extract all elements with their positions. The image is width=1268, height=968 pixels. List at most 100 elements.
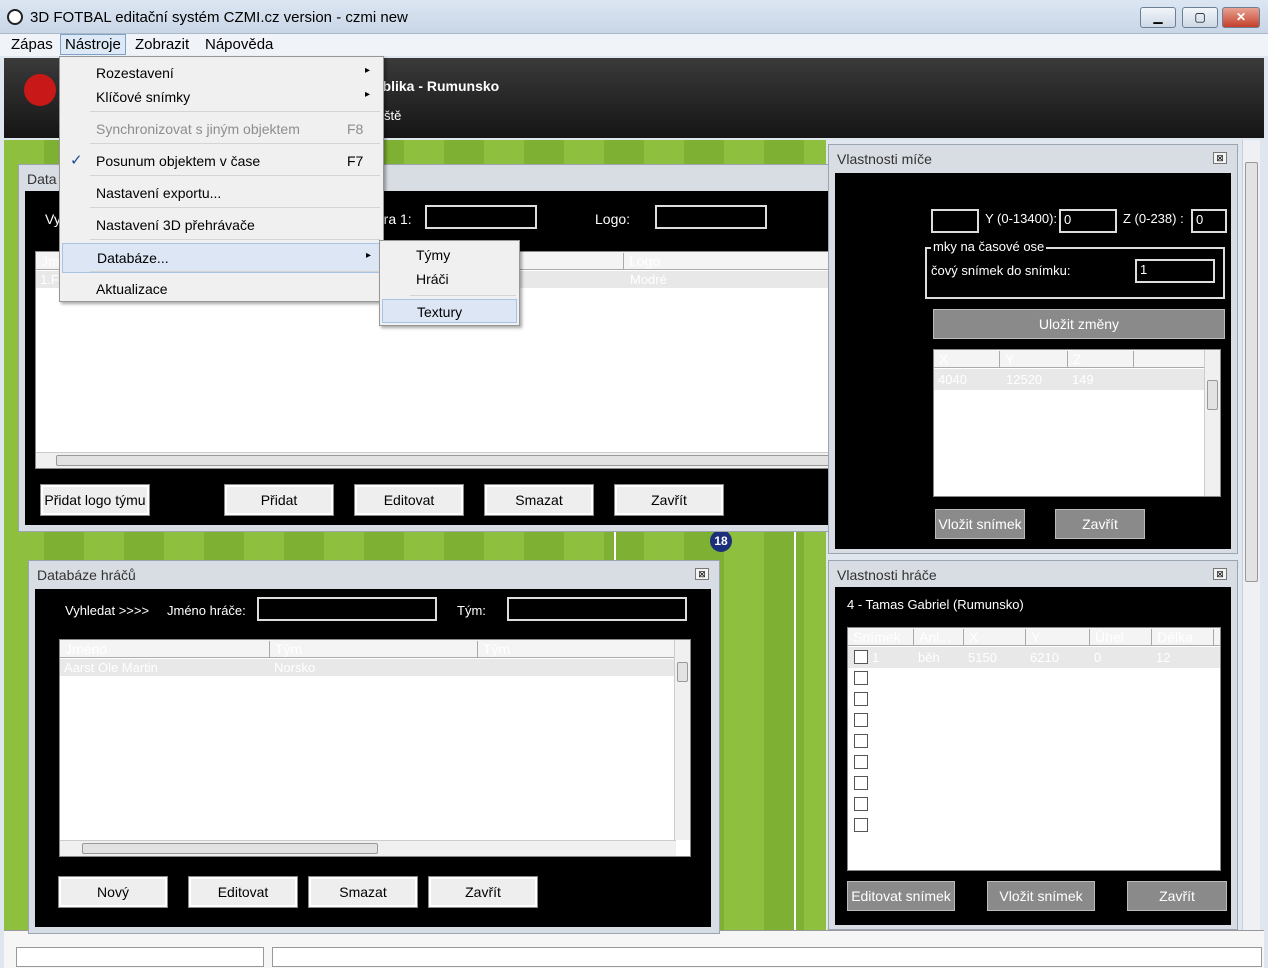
col-team[interactable]: Tým [270,641,478,658]
frame-input[interactable]: 1 [1135,259,1215,283]
table-row[interactable]: 4088 12480 112 [934,432,1220,453]
frame-checkbox[interactable] [854,692,868,706]
col-team2[interactable]: Tým [478,641,676,658]
col-length[interactable]: Délka [1152,629,1214,646]
main-scrollbar[interactable] [1242,140,1260,930]
frame-checkbox[interactable] [854,734,868,748]
col-x[interactable]: X [934,351,1000,368]
frame-checkbox[interactable] [854,755,868,769]
close-button[interactable]: ✕ [1222,7,1260,28]
table-row[interactable]: 4108 12472 83 [934,474,1220,495]
y-input[interactable]: 0 [1059,209,1117,233]
table-row[interactable]: 61 běh 6050 6470 0 12 [848,731,1220,752]
col-name[interactable]: Jméno [60,641,270,658]
add-button[interactable]: Přidat [224,484,334,516]
close-icon[interactable]: ⊠ [695,568,709,580]
player-frames-list[interactable]: Snímek Ani... X Y Úhel Délka 1 běh 5150 621… [847,627,1221,871]
table-row[interactable]: Babel Ryan Ajax Amsterdam [60,795,690,812]
close-window-button[interactable]: Zavřít [1055,509,1145,539]
menu-item-keyframes[interactable]: Klíčové snímky ▸ [62,83,381,113]
menu-zobrazit[interactable]: Zobrazit [132,36,192,53]
close-window-button[interactable]: Zavřít [1127,881,1227,911]
submenu-textures[interactable]: Textury [382,299,517,323]
ball-frames-list[interactable]: X Y Z 4040 12520 149 4054 12501 143 4071 12489 1… [933,349,1221,497]
frame-checkbox[interactable] [854,776,868,790]
frame-checkbox[interactable] [854,797,868,811]
menu-nastroje[interactable]: Nástroje [60,34,126,55]
menu-item-export-settings[interactable]: Nastavení exportu... [62,179,381,209]
menu-napoveda[interactable]: Nápověda [202,36,276,53]
menu-item-3d-player-settings[interactable]: Nastavení 3D přehrávače [62,211,381,241]
insert-frame-button[interactable]: Vložit snímek [987,881,1095,911]
player-list[interactable]: Jméno Tým Tým Aarst Ole Martin Norsko Adau… [59,639,691,857]
add-team-logo-button[interactable]: Přidat logo týmu [40,484,150,516]
table-row[interactable]: 1 běh 5150 6210 0 12 [848,647,1220,668]
table-row[interactable]: 37 běh 5660 6410 0 12 [848,689,1220,710]
frame-checkbox[interactable] [854,818,868,832]
insert-frame-button[interactable]: Vložit snímek [935,509,1025,539]
menu-zapas[interactable]: Zápas [8,36,56,53]
table-row[interactable]: FC Slovácko Bílá normal Bílé [36,407,910,424]
table-row[interactable]: Aleksanjan Valerik Arménie [60,727,690,744]
close-window-button[interactable]: Zavřít [614,484,724,516]
new-button[interactable]: Nový [58,876,168,908]
col-anim[interactable]: Ani... [914,629,964,646]
col-x[interactable]: X [964,629,1026,646]
table-row[interactable]: 135 běh 5740 7060 0 12 [848,794,1220,815]
table-row[interactable]: 13 běh 5300 6210 0 12 [848,668,1220,689]
texture-input[interactable] [425,205,537,229]
close-window-button[interactable]: Zavřít [428,876,538,908]
frame-checkbox[interactable] [854,671,868,685]
col-frame[interactable]: Snímek [848,629,914,646]
edit-button[interactable]: Editovat [354,484,464,516]
table-row[interactable]: 4054 12501 143 [934,390,1220,411]
table-row[interactable]: Adauto SK Slavia Praha [60,676,690,693]
table-row[interactable]: Aleksanjan Karen Arménie [60,710,690,727]
maximize-button[interactable]: ▢ [1182,7,1218,28]
minimize-button[interactable]: ▁ [1140,7,1176,28]
table-row[interactable]: 4095 12473 98 [934,453,1220,474]
col-z[interactable]: Z [1068,351,1134,368]
logo-input[interactable] [655,205,767,229]
menu-item-update[interactable]: Aktualizace [62,275,381,305]
delete-button[interactable]: Smazat [484,484,594,516]
menu-item-database[interactable]: Databáze... ▸ [62,243,381,273]
col-angle[interactable]: Úhel [1090,629,1152,646]
col-y[interactable]: Y [1000,351,1068,368]
table-row[interactable]: Aarst Ole Martin Norsko [60,659,690,676]
player-name-input[interactable] [257,597,437,621]
table-row[interactable]: FC Slovan Liberec Modrá normal Modré [36,424,910,441]
table-row[interactable]: Česká republika Český tým RED - černé, bo… [36,390,910,407]
table-row[interactable]: 49 běh 5890 6300 0 12 [848,710,1220,731]
close-icon[interactable]: ⊠ [1213,152,1227,164]
submenu-players[interactable]: Hráči [382,267,517,291]
close-icon[interactable]: ⊠ [1213,568,1227,580]
table-row[interactable]: Aston Villa Bílá pleš Bílé [36,356,910,373]
save-changes-button[interactable]: Uložit změny [933,309,1225,339]
table-row[interactable]: 73 běh 6290 6320 0 12 [848,752,1220,773]
table-row[interactable]: 4040 12520 149 [934,369,1220,390]
edit-button[interactable]: Editovat [188,876,298,908]
table-row[interactable]: Badoi Valentin Rumunsko [60,812,690,829]
table-row[interactable]: Aegerter Silvain FC Thun [60,693,690,710]
z-input[interactable]: 0 [1191,209,1227,233]
delete-button[interactable]: Smazat [308,876,418,908]
table-row[interactable]: Anastasiou Ioannis Ajax Amsterdam [60,761,690,778]
table-row[interactable]: Almunia Manuel Arsenal Londýn [60,744,690,761]
table-row[interactable]: Arzumanjan Robert Arménie [60,778,690,795]
frame-checkbox[interactable] [854,713,868,727]
submenu-teams[interactable]: Týmy [382,243,517,267]
table-row[interactable]: 85 hlavi... 6230 6570 0 50 [848,773,1220,794]
x-input[interactable] [931,209,979,233]
table-row[interactable]: 147 běh 5450 6870 0 12 [848,815,1220,836]
timeline[interactable] [4,930,1264,968]
table-row[interactable]: Arsenal Londýn Červená normal Červené [36,339,910,356]
table-row[interactable]: 4071 12489 125 [934,411,1220,432]
player-marker[interactable]: 18 [710,530,732,552]
team-input[interactable] [507,597,687,621]
frame-checkbox[interactable] [854,650,868,664]
table-row[interactable]: Baník Ostrava Bílá normal Bílé [36,373,910,390]
edit-frame-button[interactable]: Editovat snímek [847,881,955,911]
col-y[interactable]: Y [1026,629,1090,646]
menu-item-move-in-time[interactable]: ✓ Posunum objektem v čase F7 [62,147,381,177]
